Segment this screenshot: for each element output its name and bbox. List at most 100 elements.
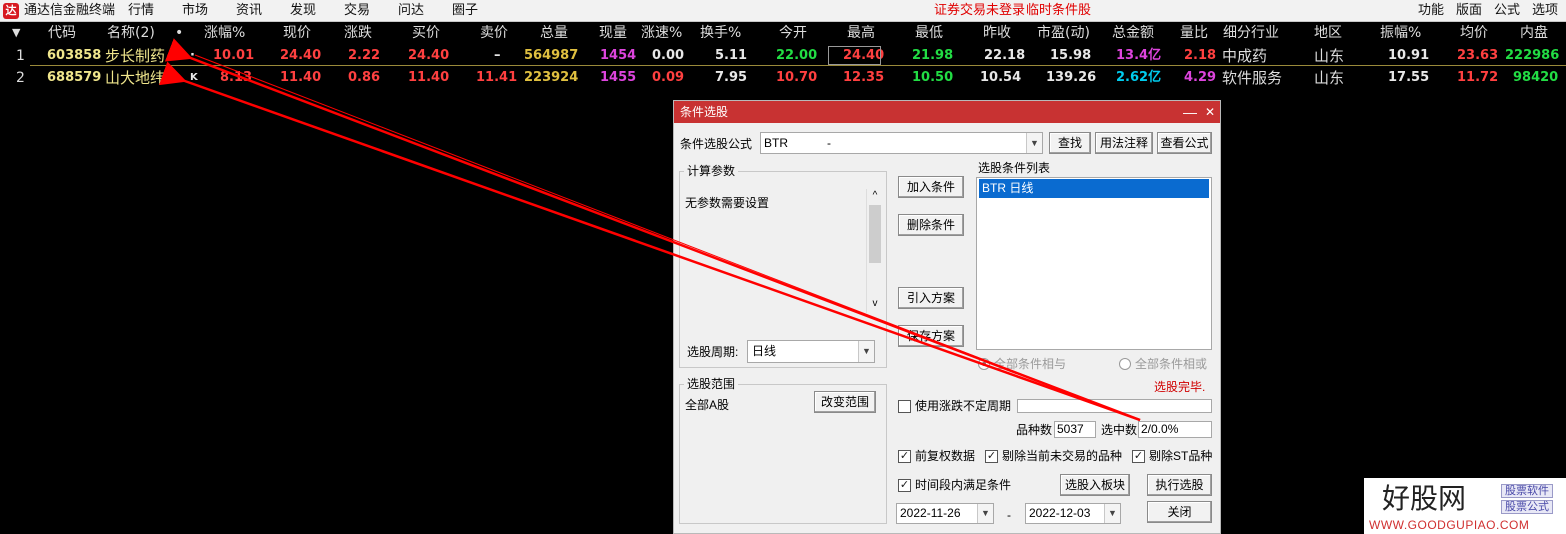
chevron-down-icon[interactable]: ▼ — [1104, 504, 1120, 523]
date-to-picker[interactable]: 2022-12-03 ▼ — [1025, 503, 1121, 524]
time-range-label: 时间段内满足条件 — [915, 478, 1012, 492]
table-row[interactable]: 2 688579 山大地纬 K 8.13 11.40 0.86 11.40 11… — [0, 67, 1566, 89]
range-group-label: 选股范围 — [684, 377, 739, 391]
formula-select[interactable]: BTR - ▼ — [760, 132, 1043, 154]
menu-gongneng[interactable]: 功能 — [1418, 0, 1444, 22]
scroll-up-icon[interactable]: ^ — [867, 189, 883, 203]
col-avg[interactable]: 均价 — [1460, 22, 1488, 44]
chevron-down-icon[interactable]: ▼ — [1026, 133, 1042, 153]
col-chg-pct[interactable]: 涨幅% — [204, 22, 245, 44]
view-formula-button[interactable]: 查看公式 — [1157, 132, 1212, 154]
menu-jiaoyi[interactable]: 交易 — [344, 0, 370, 22]
price: 24.40 — [280, 48, 322, 63]
menu-gongshi[interactable]: 公式 — [1494, 0, 1520, 22]
adjust-checkbox[interactable]: ✓ — [898, 450, 911, 463]
chevron-down-icon[interactable]: ▼ — [977, 504, 993, 523]
run-selection-button[interactable]: 执行选股 — [1147, 474, 1212, 496]
add-to-block-button[interactable]: 选股入板块 — [1060, 474, 1130, 496]
col-ask[interactable]: 卖价 — [480, 22, 508, 44]
bid: 11.40 — [408, 70, 450, 85]
list-item[interactable]: BTR 日线 — [979, 179, 1209, 198]
menu-hangqing[interactable]: 行情 — [128, 0, 154, 22]
close-icon[interactable]: ✕ — [1200, 101, 1220, 123]
scroll-down-icon[interactable]: v — [867, 297, 883, 311]
period-select[interactable]: 日线 ▼ — [747, 340, 875, 363]
menu-xuanxiang[interactable]: 选项 — [1532, 0, 1558, 22]
col-industry[interactable]: 细分行业 — [1223, 22, 1279, 44]
menu-shichang[interactable]: 市场 — [182, 0, 208, 22]
radio-or[interactable] — [1119, 358, 1131, 370]
exclude-st-checkbox[interactable]: ✓ — [1132, 450, 1145, 463]
col-vol[interactable]: 总量 — [540, 22, 568, 44]
chg: 0.86 — [348, 70, 381, 85]
usage-notes-button[interactable]: 用法注释 — [1095, 132, 1153, 154]
col-pe[interactable]: 市盈(动) — [1037, 22, 1090, 44]
prev-close: 22.18 — [984, 48, 1026, 63]
params-scrollbar[interactable]: ^ v — [866, 189, 882, 313]
col-code[interactable]: 代码 — [48, 22, 76, 44]
menu-zixun[interactable]: 资讯 — [236, 0, 262, 22]
change-range-button[interactable]: 改变范围 — [814, 391, 876, 413]
count-label: 品种数 — [1016, 423, 1053, 437]
exclude-untraded-label: 剔除当前未交易的品种 — [1002, 449, 1123, 463]
stock-name[interactable]: 步长制药 — [105, 45, 165, 67]
col-low[interactable]: 最低 — [915, 22, 943, 44]
radio-and[interactable] — [978, 358, 990, 370]
exclude-st-label: 剔除ST品种 — [1149, 449, 1213, 463]
amount: 13.4亿 — [1116, 48, 1162, 63]
quote-table-header: ▼ 代码 名称(2) • 涨幅% 现价 涨跌 买价 卖价 总量 现量 涨速% 换… — [0, 22, 1566, 44]
col-inner[interactable]: 内盘 — [1520, 22, 1548, 44]
import-scheme-button[interactable]: 引入方案 — [898, 287, 964, 309]
ask: 11.41 — [476, 70, 518, 85]
add-condition-button[interactable]: 加入条件 — [898, 176, 964, 198]
formula-value: BTR — [764, 136, 788, 150]
use-period-input[interactable] — [1017, 399, 1212, 413]
menu-quanzi[interactable]: 圈子 — [452, 0, 478, 22]
table-row[interactable]: 1 603858 步长制药 · 10.01 24.40 2.22 24.40 –… — [0, 45, 1566, 67]
col-cur-vol[interactable]: 现量 — [599, 22, 627, 44]
col-vol-ratio[interactable]: 量比 — [1180, 22, 1208, 44]
find-button[interactable]: 查找 — [1049, 132, 1091, 154]
chg: 2.22 — [348, 48, 381, 63]
condition-select-dialog: 条件选股 — ✕ 条件选股公式 BTR - ▼ 查找 用法注释 查看公式 计算参… — [673, 100, 1221, 534]
col-open[interactable]: 今开 — [779, 22, 807, 44]
sort-triangle-down-icon[interactable]: ▼ — [12, 22, 20, 44]
watermark: 好股网 股票软件 股票公式 WWW.GOODGUPIAO.COM — [1364, 478, 1566, 534]
col-region[interactable]: 地区 — [1314, 22, 1342, 44]
params-text: 无参数需要设置 — [685, 196, 770, 210]
col-high[interactable]: 最高 — [847, 22, 875, 44]
exclude-untraded-checkbox[interactable]: ✓ — [985, 450, 998, 463]
condition-list[interactable]: BTR 日线 — [976, 177, 1212, 350]
col-name[interactable]: 名称(2) — [107, 22, 155, 44]
stock-name[interactable]: 山大地纬 — [105, 67, 165, 89]
minimize-icon[interactable]: — — [1180, 101, 1200, 123]
chevron-down-icon[interactable]: ▼ — [858, 341, 874, 362]
speed: 0.09 — [652, 70, 685, 85]
col-chg[interactable]: 涨跌 — [344, 22, 372, 44]
col-turnover[interactable]: 换手% — [700, 22, 741, 44]
count-value: 5037 — [1054, 421, 1096, 438]
col-amplitude[interactable]: 振幅% — [1380, 22, 1421, 44]
save-scheme-button[interactable]: 保存方案 — [898, 325, 964, 347]
industry: 中成药 — [1222, 47, 1268, 65]
col-amount[interactable]: 总金额 — [1112, 22, 1154, 44]
col-flag[interactable]: • — [175, 22, 183, 44]
close-button[interactable]: 关闭 — [1147, 501, 1212, 523]
delete-condition-button[interactable]: 删除条件 — [898, 214, 964, 236]
use-period-checkbox[interactable] — [898, 400, 911, 413]
scroll-thumb[interactable] — [869, 205, 881, 263]
menu-wenda[interactable]: 问达 — [398, 0, 424, 22]
high: 12.35 — [843, 70, 885, 85]
industry: 软件服务 — [1222, 69, 1283, 87]
date-from-picker[interactable]: 2022-11-26 ▼ — [896, 503, 994, 524]
time-range-checkbox[interactable]: ✓ — [898, 479, 911, 492]
col-price[interactable]: 现价 — [283, 22, 311, 44]
low: 21.98 — [912, 48, 954, 63]
menu-faxian[interactable]: 发现 — [290, 0, 316, 22]
bid: 24.40 — [408, 48, 450, 63]
col-prev[interactable]: 昨收 — [983, 22, 1011, 44]
col-bid[interactable]: 买价 — [412, 22, 440, 44]
amplitude: 10.91 — [1388, 48, 1430, 63]
col-speed[interactable]: 涨速% — [641, 22, 682, 44]
menu-banmian[interactable]: 版面 — [1456, 0, 1482, 22]
